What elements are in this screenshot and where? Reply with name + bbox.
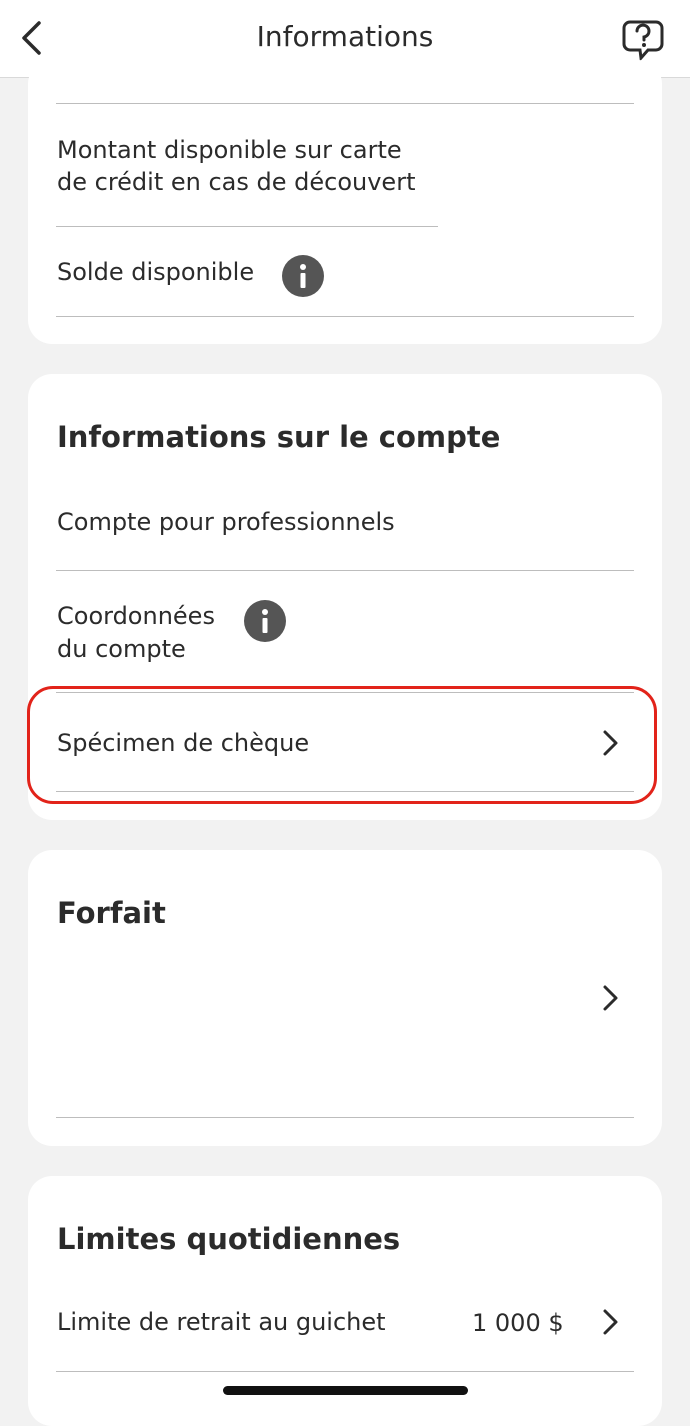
- info-icon: [262, 609, 268, 633]
- chevron-right-icon: [595, 1307, 625, 1337]
- daily-limits-heading: Limites quotidiennes: [57, 1222, 401, 1256]
- account-info-heading: Informations sur le compte: [57, 420, 501, 454]
- home-indicator[interactable]: [223, 1386, 468, 1395]
- plan-heading: Forfait: [57, 896, 166, 930]
- available-balance-info-button[interactable]: [282, 255, 324, 297]
- help-chat-icon: [622, 20, 664, 62]
- divider: [56, 1117, 634, 1118]
- divider: [56, 226, 438, 227]
- counter-withdrawal-limit-value: 1 000 $: [472, 1309, 564, 1337]
- overdraft-credit-label-line2: de crédit en cas de découvert: [57, 168, 416, 196]
- counter-withdrawal-limit-label: Limite de retrait au guichet: [57, 1308, 386, 1336]
- chevron-right-icon: [603, 985, 618, 1011]
- info-icon: [300, 264, 306, 288]
- divider: [56, 1371, 634, 1372]
- highlight-outline: [27, 686, 657, 804]
- divider: [56, 316, 634, 317]
- account-details-info-button[interactable]: [244, 600, 286, 642]
- divider: [56, 570, 634, 571]
- plan-chevron-button[interactable]: [595, 983, 625, 1013]
- overdraft-credit-label-line1: Montant disponible sur carte: [57, 136, 402, 164]
- business-account-label: Compte pour professionnels: [57, 508, 395, 536]
- available-balance-label: Solde disponible: [57, 258, 255, 286]
- balance-card: Montant disponible sur carte de crédit e…: [28, 60, 662, 344]
- page-title: Informations: [256, 20, 434, 53]
- divider: [56, 103, 634, 104]
- account-details-label-line2: du compte: [57, 635, 186, 663]
- counter-withdrawal-limit-row[interactable]: Limite de retrait au guichet 1 000 $: [28, 1288, 662, 1368]
- help-button[interactable]: [618, 14, 668, 64]
- plan-card: Forfait: [28, 850, 662, 1146]
- account-details-label-line1: Coordonnées: [57, 602, 215, 630]
